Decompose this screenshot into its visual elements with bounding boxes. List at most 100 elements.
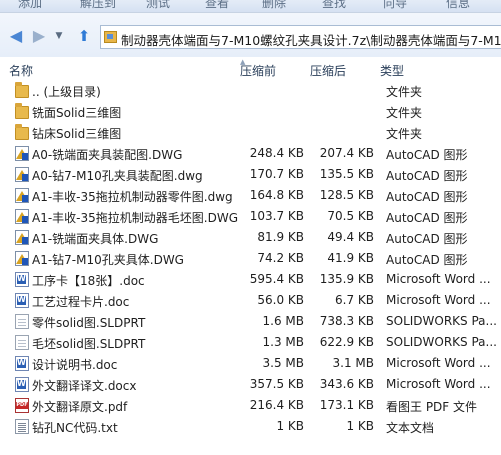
file-row[interactable]: 毛坯solid图.SLDPRT 1.3 MB 622.9 KB SOLIDWORKS … [0,332,501,353]
file-name: 零件solid图.SLDPRT [32,316,146,330]
toolbar-info-button[interactable]: 信息 [446,0,470,11]
toolbar: 添加 解压到 测试 查看 删除 查找 向导 信息 [0,0,501,13]
plain-file-icon [15,314,29,329]
dwg-file-icon [15,209,29,224]
folder-icon [15,103,29,119]
folder-icon [15,124,29,140]
file-size: 738.3 KB [319,314,374,328]
file-packed-size: 74.2 KB [257,251,304,265]
file-type: Microsoft Word ... [386,272,491,286]
toolbar-add-button[interactable]: 添加 [18,0,42,11]
file-packed-size: 164.8 KB [249,188,304,202]
file-size: 135.9 KB [319,272,374,286]
file-name: A0-钻7-M10孔夹具装配图.dwg [32,169,203,183]
file-packed-size: 216.4 KB [249,398,304,412]
file-row[interactable]: 工艺过程卡片.doc 56.0 KB 6.7 KB Microsoft Word ..… [0,290,501,311]
toolbar-wizard-button[interactable]: 向导 [383,0,407,11]
file-type: 文件夹 [386,85,423,99]
file-size: 6.7 KB [335,293,374,307]
file-packed-size: 248.4 KB [249,146,304,160]
toolbar-test-button[interactable]: 测试 [146,0,170,11]
file-row[interactable]: 零件solid图.SLDPRT 1.6 MB 738.3 KB SOLIDWORKS … [0,311,501,332]
file-type: 文件夹 [386,127,423,141]
file-name: 设计说明书.doc [32,358,118,372]
file-row[interactable]: A1-钻7-M10孔夹具体.DWG 74.2 KB 41.9 KB AutoCAD 图… [0,248,501,269]
file-row[interactable]: 外文翻译原文.pdf 216.4 KB 173.1 KB 看图王 PDF 文件 [0,395,501,416]
file-row[interactable]: A1-铣端面夹具体.DWG 81.9 KB 49.4 KB AutoCAD 图形 [0,227,501,248]
file-packed-size: 103.7 KB [249,209,304,223]
column-packed[interactable]: 压缩前 [240,62,276,79]
file-name: 钻孔NC代码.txt [32,421,118,435]
file-packed-size: 3.5 MB [262,356,304,370]
toolbar-view-button[interactable]: 查看 [205,0,229,11]
file-row[interactable]: A0-铣端面夹具装配图.DWG 248.4 KB 207.4 KB AutoCAD 图… [0,143,501,164]
dwg-file-icon [15,167,29,182]
doc-file-icon [15,377,29,392]
file-type: Microsoft Word ... [386,293,491,307]
column-name[interactable]: 名称 [9,62,33,79]
plain-file-icon [15,335,29,350]
file-size: 41.9 KB [327,251,374,265]
file-type: 文件夹 [386,106,423,120]
dwg-file-icon [15,251,29,266]
file-size: 128.5 KB [319,188,374,202]
file-name: A1-钻7-M10孔夹具体.DWG [32,253,184,267]
file-row[interactable]: 外文翻译译文.docx 357.5 KB 343.6 KB Microsoft Wor… [0,374,501,395]
file-type: AutoCAD 图形 [386,169,468,183]
pdf-file-icon [15,398,29,413]
doc-file-icon [15,272,29,287]
file-name: 外文翻译译文.docx [32,379,137,393]
column-size[interactable]: 压缩后 [310,62,346,79]
sort-indicator-icon: ▲ [240,58,246,66]
file-packed-size: 170.7 KB [249,167,304,181]
toolbar-find-button[interactable]: 查找 [322,0,346,11]
file-row[interactable]: 铣面Solid三维图 文件夹 [0,101,501,122]
file-size: 207.4 KB [319,146,374,160]
forward-arrow-icon[interactable]: ▶ [29,26,49,46]
file-row[interactable]: 设计说明书.doc 3.5 MB 3.1 MB Microsoft Word ... [0,353,501,374]
column-type[interactable]: 类型 [380,62,404,79]
address-row: ◀ ▶ ▼ ⬆ 制动器壳体端面与7-M10螺纹孔夹具设计.7z\制动器壳体端面与… [0,13,501,57]
file-type: 看图王 PDF 文件 [386,400,478,414]
folder-icon [15,82,29,98]
archive-icon [104,31,117,43]
column-header: 名称 压缩前 压缩后 类型 [0,58,501,80]
file-name: 毛坯solid图.SLDPRT [32,337,146,351]
file-type: AutoCAD 图形 [386,253,468,267]
up-arrow-icon[interactable]: ⬆ [74,26,94,46]
doc-file-icon [15,356,29,371]
file-row[interactable]: A0-钻7-M10孔夹具装配图.dwg 170.7 KB 135.5 KB AutoC… [0,164,501,185]
file-row[interactable]: A1-丰收-35拖拉机制动器零件图.dwg 164.8 KB 128.5 KB Aut… [0,185,501,206]
file-name: 工序卡【18张】.doc [32,274,145,288]
file-size: 135.5 KB [319,167,374,181]
toolbar-delete-button[interactable]: 删除 [262,0,286,11]
file-type: 文本文档 [386,421,435,435]
file-type: Microsoft Word ... [386,377,491,391]
history-dropdown-icon[interactable]: ▼ [52,26,66,46]
file-size: 70.5 KB [327,209,374,223]
file-row[interactable]: A1-丰收-35拖拉机制动器毛坯图.DWG 103.7 KB 70.5 KB Auto… [0,206,501,227]
file-name: .. (上级目录) [32,85,101,99]
file-type: SOLIDWORKS Pa... [386,314,497,328]
back-arrow-icon[interactable]: ◀ [6,26,26,46]
file-packed-size: 1.3 MB [262,335,304,349]
file-type: Microsoft Word ... [386,356,491,370]
file-type: AutoCAD 图形 [386,211,468,225]
file-row[interactable]: .. (上级目录) 文件夹 [0,80,501,101]
address-bar[interactable]: 制动器壳体端面与7-M10螺纹孔夹具设计.7z\制动器壳体端面与7-M10螺 [100,25,501,49]
file-size: 49.4 KB [327,230,374,244]
file-row[interactable]: 钻床Solid三维图 文件夹 [0,122,501,143]
file-name: 工艺过程卡片.doc [32,295,130,309]
file-packed-size: 595.4 KB [249,272,304,286]
file-packed-size: 81.9 KB [257,230,304,244]
file-type: AutoCAD 图形 [386,190,468,204]
file-size: 3.1 MB [332,356,374,370]
dwg-file-icon [15,146,29,161]
file-name: A1-铣端面夹具体.DWG [32,232,159,246]
toolbar-extract-button[interactable]: 解压到 [80,0,116,11]
file-row[interactable]: 工序卡【18张】.doc 595.4 KB 135.9 KB Microsoft Wo… [0,269,501,290]
file-size: 1 KB [346,419,374,433]
file-name: 外文翻译原文.pdf [32,400,128,414]
file-size: 622.9 KB [319,335,374,349]
file-row[interactable]: 钻孔NC代码.txt 1 KB 1 KB 文本文档 [0,416,501,437]
